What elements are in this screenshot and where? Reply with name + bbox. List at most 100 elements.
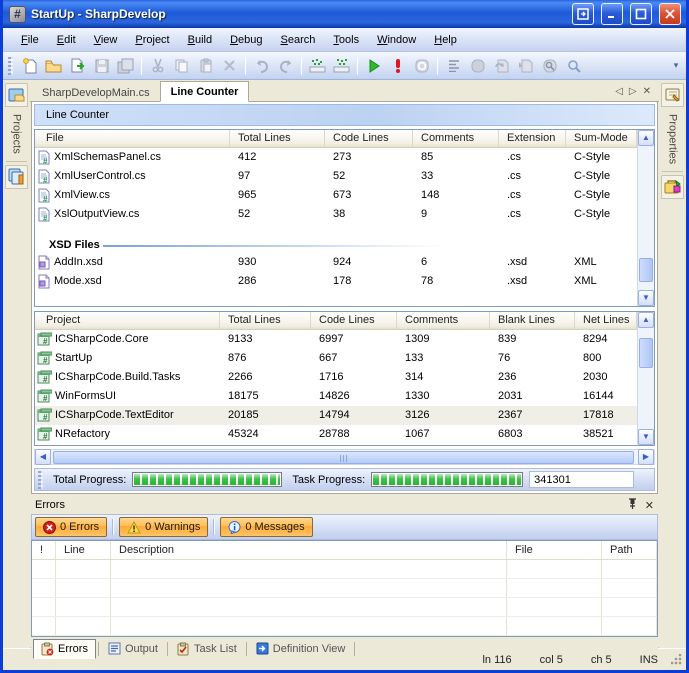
table-row[interactable]: Mode.xsd 28617878.xsdXML — [35, 272, 637, 291]
scrollbar-thumb[interactable] — [53, 451, 634, 464]
menu-item[interactable]: Tools — [325, 31, 367, 49]
menu-item[interactable]: Debug — [222, 31, 270, 49]
tab-line-counter[interactable]: Line Counter — [160, 81, 250, 102]
column-header[interactable]: Blank Lines — [490, 312, 575, 329]
tab-output[interactable]: Output — [101, 640, 165, 657]
tab-definition-view[interactable]: Definition View — [249, 640, 353, 657]
menu-item[interactable]: File — [13, 31, 47, 49]
comment-region-icon[interactable] — [306, 55, 329, 77]
right-strip-label[interactable]: Properties — [667, 110, 679, 168]
table-row[interactable]: #ICSharpCode.TextEditor 2018514794312623… — [35, 406, 637, 425]
table-row[interactable]: #XmlUserControl.cs 975233.csC-Style — [35, 167, 637, 186]
toolbar-grip[interactable] — [8, 57, 13, 75]
table-row[interactable]: #ICSharpCode.Core 9133699713098398294 — [35, 330, 637, 349]
save-all-icon[interactable] — [114, 55, 137, 77]
column-header[interactable]: Code Lines — [311, 312, 397, 329]
save-icon[interactable] — [90, 55, 113, 77]
scroll-down-icon[interactable]: ▼ — [638, 429, 654, 445]
undo-icon[interactable] — [250, 55, 273, 77]
breakpoint-icon[interactable] — [466, 55, 489, 77]
float-window-button[interactable] — [572, 3, 594, 25]
tab-close-icon[interactable]: ✕ — [643, 86, 651, 97]
column-header[interactable]: ! — [32, 541, 56, 559]
menu-item[interactable]: Search — [273, 31, 324, 49]
menu-item[interactable]: View — [86, 31, 126, 49]
tab-task-list[interactable]: Task List — [170, 640, 244, 658]
scroll-down-icon[interactable]: ▼ — [638, 290, 654, 306]
menu-item[interactable]: Build — [180, 31, 220, 49]
copy-icon[interactable] — [170, 55, 193, 77]
file-table-scrollbar[interactable]: ▲ ▼ — [637, 130, 654, 306]
maximize-button[interactable] — [630, 3, 652, 25]
table-row[interactable]: #XmlSchemasPanel.cs 41227385.csC-Style — [35, 148, 637, 167]
progress-toolbar-grip[interactable] — [38, 471, 43, 489]
column-header[interactable]: Description — [111, 541, 507, 559]
messages-filter-button[interactable]: 0 Messages — [220, 517, 312, 537]
column-header[interactable]: Total Lines — [220, 312, 311, 329]
table-row[interactable]: #XmlView.cs 965673148.csC-Style — [35, 186, 637, 205]
scroll-up-icon[interactable]: ▲ — [638, 312, 654, 328]
tab-scroll-right-icon[interactable]: ▷ — [629, 86, 637, 97]
tab-sharpdevelopmain[interactable]: SharpDevelopMain.cs — [32, 83, 160, 102]
column-header[interactable]: Total Lines — [230, 130, 325, 147]
table-row[interactable]: #NRefactory 45324287881067680338521 — [35, 425, 637, 444]
column-header[interactable]: Code Lines — [325, 130, 413, 147]
properties-pad-icon[interactable] — [661, 83, 684, 107]
tab-errors[interactable]: Errors — [33, 639, 96, 659]
table-row[interactable]: #XslOutputView.cs 52389.csC-Style — [35, 205, 637, 224]
redo-icon[interactable] — [274, 55, 297, 77]
step-into-icon[interactable] — [514, 55, 537, 77]
column-header[interactable]: File — [507, 541, 602, 559]
column-header[interactable]: Project — [35, 312, 220, 329]
cut-icon[interactable] — [146, 55, 169, 77]
step-over-icon[interactable] — [490, 55, 513, 77]
table-row[interactable]: #StartUp 87666713376800 — [35, 349, 637, 368]
toolbar-overflow-icon[interactable]: ▾ — [670, 60, 682, 71]
build-icon[interactable] — [386, 55, 409, 77]
search-icon[interactable] — [562, 55, 585, 77]
column-header[interactable]: Comments — [397, 312, 490, 329]
column-header[interactable]: Line — [56, 541, 111, 559]
new-file-icon[interactable] — [18, 55, 41, 77]
paste-icon[interactable] — [194, 55, 217, 77]
scroll-left-icon[interactable]: ◀ — [35, 449, 51, 465]
pin-icon[interactable] — [628, 498, 637, 512]
tab-scroll-left-icon[interactable]: ◁ — [615, 86, 623, 97]
project-table-scrollbar[interactable]: ▲ ▼ — [637, 312, 654, 445]
projects-pad-icon[interactable] — [5, 83, 28, 107]
warnings-filter-button[interactable]: 0 Warnings — [119, 517, 208, 537]
close-panel-icon[interactable]: ✕ — [645, 499, 654, 512]
table-row[interactable]: AddIn.xsd 9309246.xsdXML — [35, 253, 637, 272]
toolbox-pad-icon[interactable] — [661, 175, 684, 199]
resize-grip[interactable] — [671, 654, 682, 665]
close-button[interactable] — [659, 3, 681, 25]
column-header[interactable]: Path — [602, 541, 657, 559]
scroll-right-icon[interactable]: ▶ — [638, 449, 654, 465]
sort-lines-icon[interactable] — [442, 55, 465, 77]
scrollbar-thumb[interactable] — [639, 258, 653, 282]
scroll-up-icon[interactable]: ▲ — [638, 130, 654, 146]
menu-item[interactable]: Help — [426, 31, 465, 49]
run-icon[interactable] — [362, 55, 385, 77]
left-strip-label[interactable]: Projects — [11, 110, 23, 158]
table-row[interactable]: #ICSharpCode.Build.Tasks 226617163142362… — [35, 368, 637, 387]
column-header[interactable]: Extension — [499, 130, 566, 147]
column-header[interactable]: File — [35, 130, 230, 147]
scrollbar-thumb[interactable] — [639, 338, 653, 368]
horizontal-scrollbar[interactable]: ◀ ▶ — [34, 449, 655, 466]
uncomment-region-icon[interactable] — [330, 55, 353, 77]
menu-item[interactable]: Edit — [49, 31, 84, 49]
column-header[interactable]: Sum-Mode — [566, 130, 637, 147]
minimize-button[interactable] — [601, 3, 623, 25]
column-header[interactable]: Net Lines — [575, 312, 637, 329]
errors-filter-button[interactable]: 0 Errors — [35, 517, 107, 537]
menu-item[interactable]: Project — [127, 31, 177, 49]
menu-item[interactable]: Window — [369, 31, 424, 49]
column-header[interactable]: Comments — [413, 130, 499, 147]
table-row[interactable]: #WinFormsUI 18175148261330203116144 — [35, 387, 637, 406]
open-folder-icon[interactable] — [42, 55, 65, 77]
find-in-files-icon[interactable] — [538, 55, 561, 77]
save-as-icon[interactable] — [66, 55, 89, 77]
delete-icon[interactable] — [218, 55, 241, 77]
table-row-partial[interactable] — [35, 444, 637, 445]
